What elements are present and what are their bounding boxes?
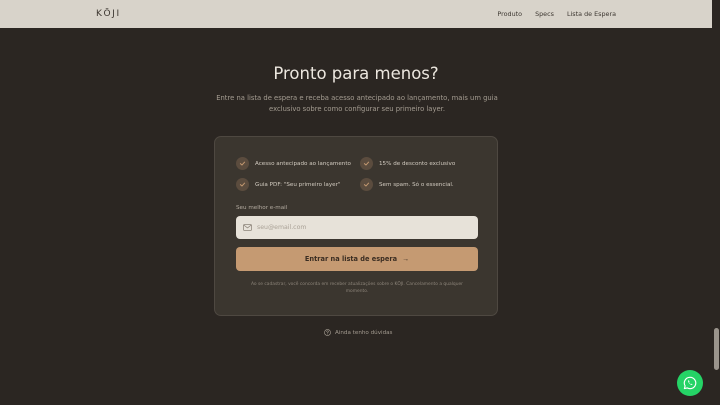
- check-icon: [360, 178, 373, 191]
- page-scrollbar[interactable]: [712, 0, 720, 405]
- nav-link-produto[interactable]: Produto: [497, 10, 522, 18]
- section-subtitle: Entre na lista de espera e receba acesso…: [216, 94, 498, 113]
- benefit-label: 15% de desconto exclusivo: [379, 160, 456, 167]
- benefit-item: Guia PDF: "Seu primeiro layer": [236, 178, 341, 191]
- section-title: Pronto para menos?: [273, 64, 439, 83]
- question-icon: [324, 329, 331, 336]
- nav-link-lista-de-espera[interactable]: Lista de Espera: [567, 10, 616, 18]
- check-icon: [236, 178, 249, 191]
- scrollbar-thumb[interactable]: [714, 328, 719, 370]
- main-nav: Produto Specs Lista de Espera: [497, 10, 616, 18]
- arrow-right-icon: →: [402, 255, 410, 263]
- whatsapp-button[interactable]: [677, 370, 703, 396]
- waitlist-card: Acesso antecipado ao lançamento 15% de d…: [214, 136, 498, 316]
- email-label: Seu melhor e-mail: [236, 205, 288, 211]
- mail-icon: [243, 224, 252, 231]
- check-icon: [236, 157, 249, 170]
- join-waitlist-label: Entrar na lista de espera: [304, 255, 398, 263]
- benefit-item: 15% de desconto exclusivo: [360, 157, 455, 170]
- email-field-wrapper[interactable]: [236, 216, 478, 239]
- nav-link-specs[interactable]: Specs: [535, 10, 554, 18]
- whatsapp-icon: [683, 376, 697, 390]
- consent-disclaimer: Ao se cadastrar, você concorda em recebe…: [251, 282, 463, 294]
- check-icon: [360, 157, 373, 170]
- top-navbar: KŌJI Produto Specs Lista de Espera: [0, 0, 720, 28]
- benefit-item: Acesso antecipado ao lançamento: [236, 157, 351, 170]
- benefit-item: Sem spam. Só o essencial.: [360, 178, 454, 191]
- faq-link-label: Ainda tenho dúvidas: [335, 329, 393, 336]
- logo[interactable]: KŌJI: [96, 9, 121, 19]
- join-waitlist-button[interactable]: Entrar na lista de espera →: [236, 247, 478, 271]
- benefit-label: Acesso antecipado ao lançamento: [255, 160, 351, 167]
- benefit-label: Guia PDF: "Seu primeiro layer": [255, 181, 341, 188]
- email-input[interactable]: [257, 224, 457, 231]
- benefit-label: Sem spam. Só o essencial.: [379, 181, 454, 188]
- faq-link[interactable]: Ainda tenho dúvidas: [324, 329, 392, 336]
